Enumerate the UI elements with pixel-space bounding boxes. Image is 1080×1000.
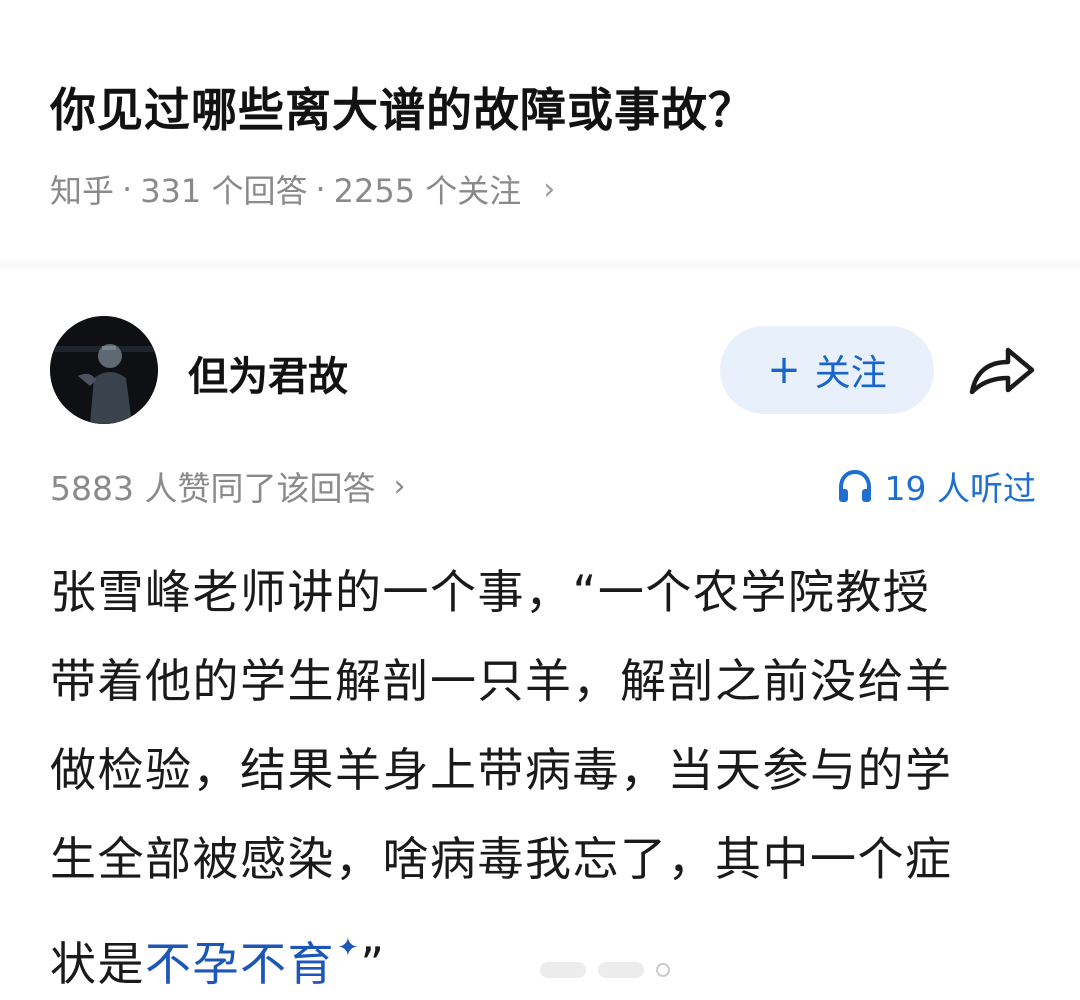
approve-text: 5883 人赞同了该回答: [50, 469, 376, 508]
indicator-bar: [598, 962, 644, 978]
question-title[interactable]: 你见过哪些离大谱的故障或事故？: [50, 74, 755, 140]
indicator-bar: [540, 962, 586, 978]
question-source: 知乎: [50, 172, 115, 210]
follower-count: 2255 个关注: [333, 172, 522, 210]
plus-icon: +: [767, 347, 801, 393]
answer-line: 做检验，结果羊身上带病毒，当天参与的学: [50, 743, 953, 797]
chevron-right-icon: ›: [543, 171, 556, 207]
follow-label: 关注: [814, 353, 887, 394]
author-name[interactable]: 但为君故: [188, 344, 348, 402]
answer-line: 状是不孕不育✦”: [50, 904, 1040, 1000]
meta-separator: ·: [122, 170, 133, 208]
meta-separator: ·: [315, 170, 326, 208]
keyword-link[interactable]: 不孕不育✦: [145, 933, 360, 991]
answer-line-suffix: ”: [360, 937, 386, 991]
follow-button[interactable]: + 关注: [720, 326, 934, 414]
answer-line: 张雪峰老师讲的一个事，“一个农学院教授: [50, 565, 931, 619]
indicator-dot: [656, 963, 670, 977]
section-divider: [0, 258, 1080, 272]
answer-page: 你见过哪些离大谱的故障或事故？ 知乎 · 331 个回答 · 2255 个关注 …: [0, 0, 1080, 1000]
avatar-portrait-icon: [50, 316, 158, 424]
keyword-text: 不孕不育: [145, 937, 335, 991]
approve-count[interactable]: 5883 人赞同了该回答 ›: [50, 462, 405, 510]
avatar[interactable]: [50, 316, 158, 424]
answer-line: 带着他的学生解剖一只羊，解剖之前没给羊: [50, 654, 953, 708]
sparkle-icon: ✦: [337, 933, 361, 963]
answer-line: 生全部被感染，啥病毒我忘了，其中一个症: [50, 832, 953, 886]
chevron-right-icon: ›: [393, 468, 406, 504]
share-arrow-icon[interactable]: [966, 340, 1038, 400]
answer-count: 331 个回答: [140, 172, 308, 210]
answer-body: 张雪峰老师讲的一个事，“一个农学院教授 带着他的学生解剖一只羊，解剖之前没给羊 …: [50, 548, 1040, 1000]
question-meta[interactable]: 知乎 · 331 个回答 · 2255 个关注 ›: [50, 166, 555, 212]
page-indicator: [540, 962, 670, 978]
listen-count[interactable]: 19 人听过: [837, 462, 1036, 510]
answer-line-prefix: 状是: [50, 937, 145, 991]
headphones-icon: [838, 469, 871, 502]
listen-text: 19 人听过: [884, 469, 1036, 508]
